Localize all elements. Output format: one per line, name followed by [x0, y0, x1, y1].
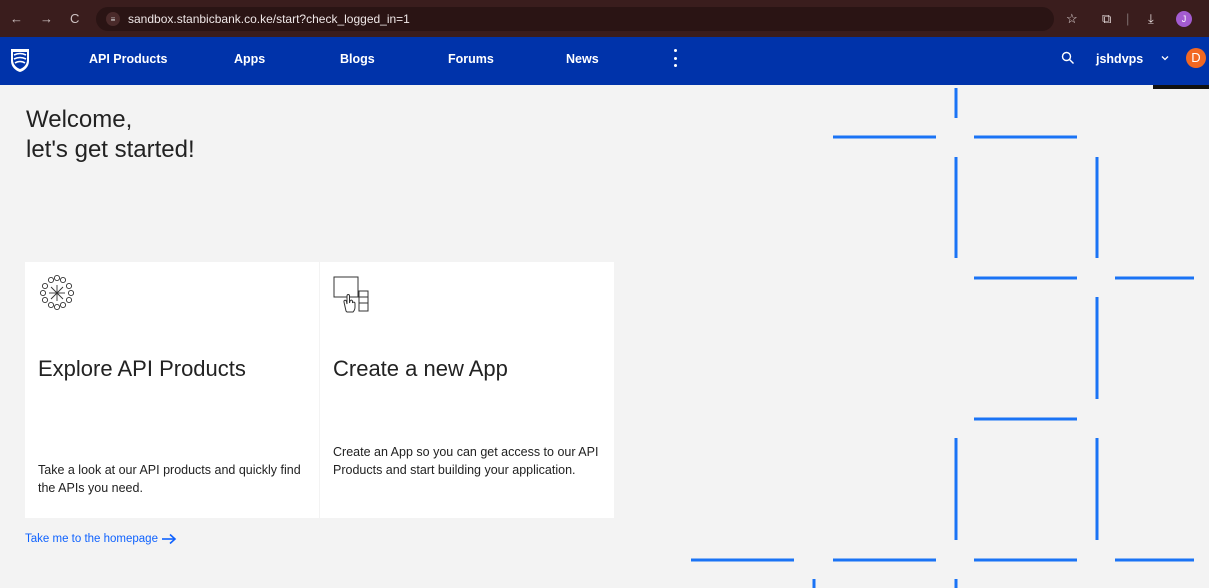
welcome-line-2: let's get started! — [26, 136, 195, 163]
card-description: Take a look at our API products and quic… — [38, 463, 301, 495]
homepage-link-label: Take me to the homepage — [25, 533, 158, 545]
create-new-app-card[interactable]: Create a new App Create an App so you ca… — [320, 262, 614, 518]
page-title: Welcome, let's get started! — [26, 105, 195, 165]
card-title: Explore API Products — [38, 356, 246, 381]
explore-api-products-card[interactable]: Explore API Products Take a look at our … — [25, 262, 319, 518]
welcome-line-1: Welcome, — [26, 106, 133, 133]
api-products-icon — [39, 274, 74, 311]
card-title: Create a new App — [333, 356, 508, 381]
homepage-link[interactable]: Take me to the homepage — [25, 533, 177, 545]
card-description: Create an App so you can get access to o… — [333, 445, 599, 477]
arrow-right-icon — [161, 533, 177, 545]
create-app-icon — [333, 276, 369, 313]
